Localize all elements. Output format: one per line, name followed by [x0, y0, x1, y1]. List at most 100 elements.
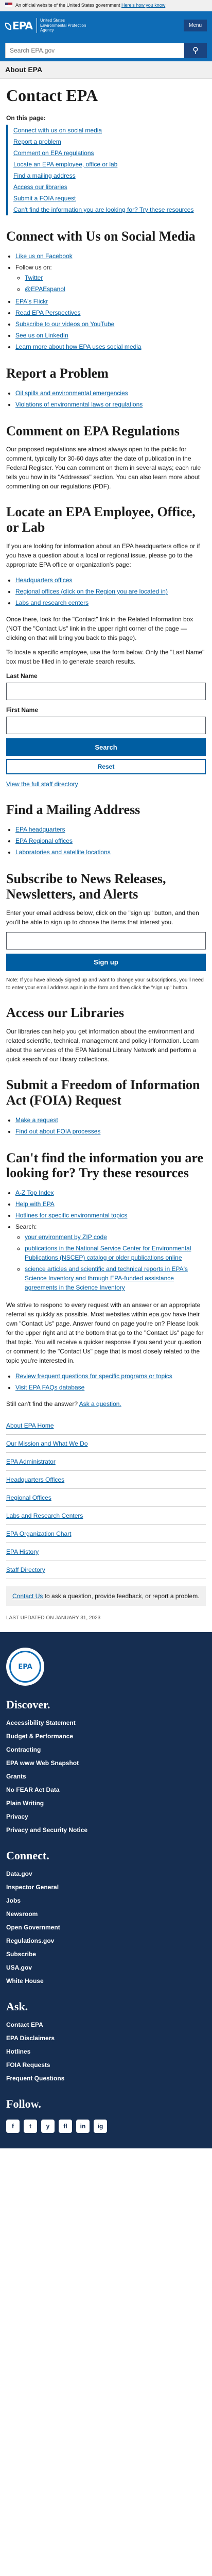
locate-heading: Locate an EPA Employee, Office, or Lab [6, 504, 196, 535]
footer-link[interactable]: Accessibility Statement [6, 1719, 76, 1726]
social-media-info-link[interactable]: Learn more about how EPA uses social med… [15, 343, 142, 350]
oil-spills-link[interactable]: Oil spills and environmental emergencies [15, 389, 128, 397]
facebook-icon[interactable]: f [6, 2120, 20, 2133]
foia-process-link[interactable]: Find out about FOIA processes [15, 1128, 100, 1135]
report-heading: Report a Problem [6, 365, 109, 381]
footer-link[interactable]: FOIA Requests [6, 2061, 50, 2069]
footer-link[interactable]: Plain Writing [6, 1800, 44, 1807]
linkedin-link[interactable]: See us on LinkedIn [15, 332, 68, 339]
regional-offices-link[interactable]: Regional offices (click on the Region yo… [15, 588, 168, 595]
search-input[interactable] [5, 43, 184, 58]
social-icons: f t y fl in ig [6, 2120, 206, 2133]
locate-text: If you are looking for information about… [6, 543, 200, 569]
signup-button[interactable]: Sign up [6, 953, 206, 971]
footer-link[interactable]: Newsroom [6, 1910, 38, 1918]
footer-link[interactable]: Frequent Questions [6, 2075, 64, 2082]
perspectives-link[interactable]: Read EPA Perspectives [15, 309, 81, 316]
search-icon: ⚲ [192, 46, 199, 55]
epa-seal-icon[interactable]: EPA [6, 1648, 44, 1686]
first-name-input[interactable] [6, 717, 206, 735]
last-name-input[interactable] [6, 683, 206, 701]
violations-link[interactable]: Violations of environmental laws or regu… [15, 401, 143, 408]
ask-list: Contact EPA EPA Disclaimers Hotlines FOI… [6, 2018, 206, 2085]
menu-button[interactable]: Menu [183, 20, 207, 31]
staff-search-button[interactable]: Search [6, 738, 206, 756]
footer-link[interactable]: Jobs [6, 1897, 21, 1904]
related-link[interactable]: EPA Organization Chart [6, 1530, 72, 1537]
footer-link[interactable]: Data.gov [6, 1870, 32, 1877]
banner-link[interactable]: Here's how you know [121, 3, 165, 8]
zip-search-link[interactable]: your environment by ZIP code [25, 1233, 107, 1241]
cantfind-list: A-Z Top Index Help with EPA Hotlines for… [6, 1187, 206, 1294]
footer-link[interactable]: Hotlines [6, 2048, 30, 2055]
related-link[interactable]: Labs and Research Centers [6, 1512, 83, 1519]
email-input[interactable] [6, 931, 206, 950]
related-link[interactable]: Regional Offices [6, 1494, 51, 1501]
science-inventory-link[interactable]: science articles and scientific and tech… [25, 1265, 188, 1291]
linkedin-icon[interactable]: in [76, 2120, 90, 2133]
twitter-link[interactable]: Twitter [25, 274, 43, 281]
search-button[interactable]: ⚲ [184, 43, 207, 58]
first-name-label: First Name [6, 706, 39, 714]
hq-offices-link[interactable]: Headquarters offices [15, 577, 73, 584]
youtube-link[interactable]: Subscribe to our videos on YouTube [15, 320, 114, 328]
locate-text-3: To locate a specific employee, use the f… [6, 649, 205, 666]
footer-link[interactable]: Privacy and Security Notice [6, 1826, 87, 1834]
youtube-icon[interactable]: y [41, 2120, 55, 2133]
section-title[interactable]: About EPA [0, 61, 212, 79]
libraries-text: Our libraries can help you get informati… [6, 1027, 199, 1063]
ask-question-link[interactable]: Ask a question. [79, 1400, 121, 1408]
footer-link[interactable]: Privacy [6, 1813, 28, 1820]
related-link[interactable]: About EPA Home [6, 1422, 54, 1429]
follow-label: Follow us on: [15, 263, 52, 271]
regional-address-link[interactable]: EPA Regional offices [15, 837, 73, 844]
connect-list: Data.gov Inspector General Jobs Newsroom… [6, 1867, 206, 1988]
az-index-link[interactable]: A-Z Top Index [15, 1189, 54, 1196]
footer-link[interactable]: Inspector General [6, 1884, 59, 1891]
footer-link[interactable]: Contracting [6, 1746, 41, 1753]
footer-link[interactable]: No FEAR Act Data [6, 1786, 60, 1793]
footer-link[interactable]: Regulations.gov [6, 1937, 54, 1944]
subscribe-text: Enter your email address below, click on… [6, 909, 199, 926]
staff-directory-link[interactable]: View the full staff directory [6, 781, 78, 788]
flickr-link[interactable]: EPA's Flickr [15, 298, 48, 305]
instagram-icon[interactable]: ig [94, 2120, 107, 2133]
social-heading: Connect with Us on Social Media [6, 228, 196, 244]
mailing-heading: Find a Mailing Address [6, 802, 140, 818]
footer-link[interactable]: Open Government [6, 1924, 60, 1931]
epa-logo[interactable]: EPA United States Environmental Protecti… [5, 18, 86, 33]
staff-reset-button[interactable]: Reset [6, 759, 206, 775]
footer-link[interactable]: EPA www Web Snapshot [6, 1759, 79, 1767]
facebook-link[interactable]: Like us on Facebook [15, 252, 73, 260]
footer-link[interactable]: EPA Disclaimers [6, 2035, 55, 2042]
related-link[interactable]: Headquarters Offices [6, 1476, 64, 1483]
publications-link[interactable]: publications in the National Service Cen… [25, 1245, 191, 1261]
faq-database-link[interactable]: Visit EPA FAQs database [15, 1384, 84, 1391]
on-this-page-label: On this page: [6, 114, 46, 122]
search-label: Search: [15, 1223, 37, 1231]
help-link[interactable]: Help with EPA [15, 1200, 55, 1208]
footer-link[interactable]: Contact EPA [6, 2021, 43, 2028]
flickr-icon[interactable]: fl [59, 2120, 72, 2133]
site-header: EPA United States Environmental Protecti… [0, 11, 212, 40]
labs-link[interactable]: Labs and research centers [15, 599, 89, 606]
related-link[interactable]: EPA History [6, 1548, 39, 1555]
footer-link[interactable]: USA.gov [6, 1964, 32, 1971]
related-link[interactable]: Staff Directory [6, 1566, 45, 1573]
twitter-icon[interactable]: t [24, 2120, 37, 2133]
labs-address-link[interactable]: Laboratories and satellite locations [15, 849, 111, 856]
discover-list: Accessibility Statement Budget & Perform… [6, 1716, 206, 1837]
hq-address-link[interactable]: EPA headquarters [15, 826, 65, 833]
footer-link[interactable]: Grants [6, 1773, 26, 1780]
locate-text-2: Once there, look for the "Contact" link … [6, 616, 193, 642]
frequent-questions-link[interactable]: Review frequent questions for specific p… [15, 1372, 172, 1380]
related-link[interactable]: Our Mission and What We Do [6, 1440, 88, 1447]
footer-link[interactable]: Subscribe [6, 1951, 36, 1958]
epaespanol-link[interactable]: @EPAEspanol [25, 285, 65, 293]
footer-link[interactable]: White House [6, 1977, 44, 1985]
related-link[interactable]: EPA Administrator [6, 1458, 56, 1465]
hotlines-link[interactable]: Hotlines for specific environmental topi… [15, 1212, 127, 1219]
foia-request-link[interactable]: Make a request [15, 1116, 58, 1124]
footer-link[interactable]: Budget & Performance [6, 1733, 73, 1740]
contact-us-link[interactable]: Contact Us [12, 1592, 43, 1600]
